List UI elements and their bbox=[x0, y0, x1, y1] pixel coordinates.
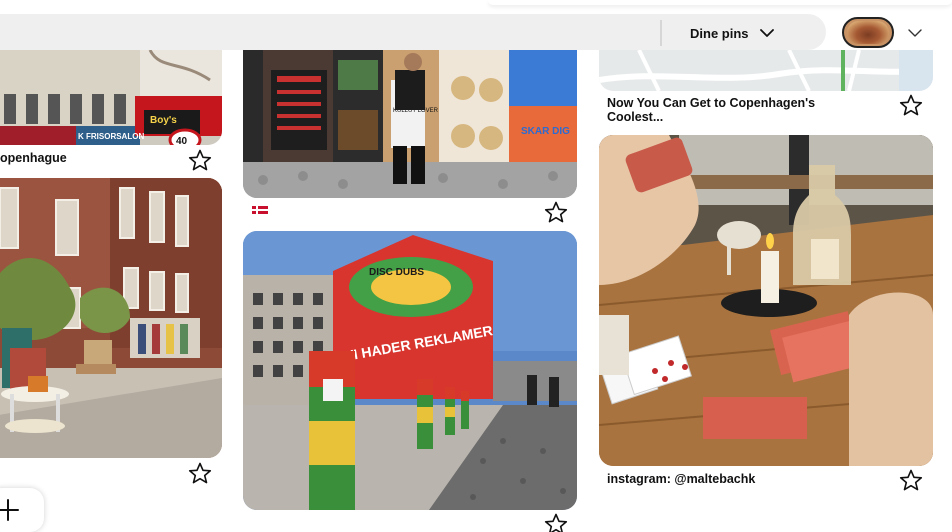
pin-image-poster-wall[interactable]: SKAR DIG KULLUT LOVER bbox=[243, 50, 577, 198]
star-icon[interactable] bbox=[187, 461, 213, 485]
chevron-down-icon bbox=[759, 29, 774, 37]
star-icon[interactable] bbox=[898, 468, 924, 492]
pin-title[interactable]: Now You Can Get to Copenhagen's Coolest.… bbox=[607, 96, 847, 124]
account-menu-chevron[interactable] bbox=[906, 26, 924, 40]
star-icon[interactable] bbox=[898, 93, 924, 117]
chevron-down-icon bbox=[908, 29, 922, 37]
denmark-flag-icon bbox=[252, 206, 268, 214]
pin-image-mural-street[interactable]: DISC DUBS VI HADER REKLAMER bbox=[243, 231, 577, 510]
pinterest-board-page: Dine pins 40 Boy's K FRISORSALON openhag… bbox=[0, 0, 952, 532]
shop-sign-text: Boy's bbox=[150, 115, 177, 126]
plus-icon bbox=[0, 499, 19, 521]
pins-filter-dropdown[interactable]: Dine pins bbox=[690, 21, 775, 45]
star-icon[interactable] bbox=[543, 512, 569, 532]
star-icon[interactable] bbox=[543, 200, 569, 224]
pin-title[interactable]: openhague bbox=[0, 151, 67, 165]
pin-title[interactable]: instagram: @maltebachk bbox=[607, 472, 755, 486]
pin-image-map[interactable] bbox=[599, 50, 933, 91]
speed-sign-text: 40 bbox=[176, 136, 188, 145]
poster-text: SKAR DIG bbox=[521, 126, 570, 137]
pin-image-card-game[interactable] bbox=[599, 135, 933, 466]
create-pin-button[interactable] bbox=[0, 488, 44, 532]
avatar[interactable] bbox=[842, 17, 894, 48]
search-divider bbox=[660, 20, 662, 46]
pins-filter-label: Dine pins bbox=[690, 25, 749, 41]
star-icon[interactable] bbox=[187, 148, 213, 172]
pin-image-street-shops[interactable]: 40 Boy's K FRISORSALON bbox=[0, 50, 222, 145]
store-sign-text: K FRISORSALON bbox=[78, 132, 144, 141]
pin-image-brick-street[interactable] bbox=[0, 178, 222, 458]
top-edge bbox=[0, 0, 952, 12]
mural-text-top: DISC DUBS bbox=[369, 267, 424, 278]
